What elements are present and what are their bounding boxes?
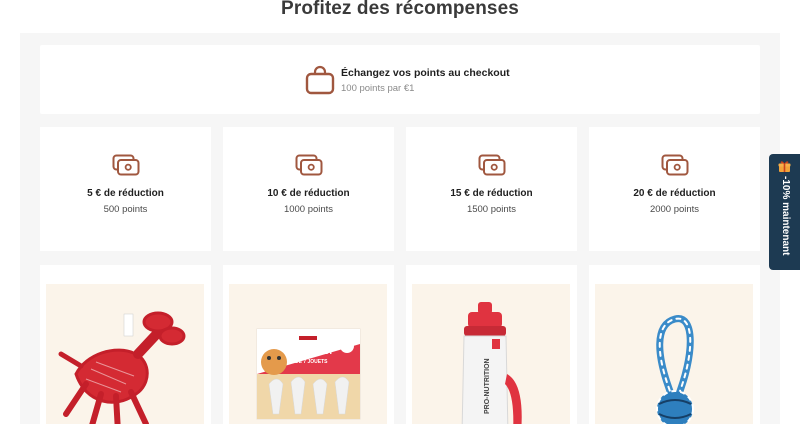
gift-icon	[778, 161, 791, 172]
reward-card-10[interactable]: 10 € de réduction 1000 points	[223, 127, 394, 251]
reward-points: 1000 points	[283, 204, 334, 215]
rope-ball-toy-image	[656, 315, 694, 424]
product-image[interactable]	[46, 284, 204, 424]
discount-tab-label: -10% maintenant	[780, 176, 791, 256]
reward-title: 10 € de réduction	[267, 188, 350, 199]
cat-toy-box-image: COFFRET DE 7 JOUETS	[256, 328, 361, 420]
product-card-water-bottle[interactable]: PRO-NUTRITION	[406, 265, 577, 424]
reward-title: 5 € de réduction	[87, 188, 164, 199]
lobster-rope-toy-image	[58, 311, 186, 424]
coupon-icon	[661, 154, 689, 176]
coupon-icon	[112, 154, 140, 176]
checkout-redeem-card: Échangez vos points au checkout 100 poin…	[40, 45, 760, 114]
reward-title: 20 € de réduction	[633, 188, 716, 199]
coupon-icon	[478, 154, 506, 176]
reward-card-20[interactable]: 20 € de réduction 2000 points	[589, 127, 760, 251]
reward-title: 15 € de réduction	[450, 188, 533, 199]
product-image[interactable]: PRO-NUTRITION	[412, 284, 570, 424]
coupon-icon	[295, 154, 323, 176]
reward-card-15[interactable]: 15 € de réduction 1500 points	[406, 127, 577, 251]
product-card-cat-toy-set[interactable]: COFFRET DE 7 JOUETS	[223, 265, 394, 424]
discount-side-tab[interactable]: -10% maintenant	[769, 154, 800, 270]
product-card-lobster-toy[interactable]	[40, 265, 211, 424]
product-card-rope-ball[interactable]	[589, 265, 760, 424]
box-subtitle: DE 7 JOUETS	[295, 359, 328, 365]
product-image[interactable]: COFFRET DE 7 JOUETS	[229, 284, 387, 424]
reward-points: 2000 points	[649, 204, 700, 215]
shopping-bag-icon	[305, 65, 335, 95]
checkout-rate: 100 points par €1	[341, 83, 415, 94]
reward-points: 500 points	[103, 204, 148, 215]
water-bottle-image: PRO-NUTRITION	[461, 302, 522, 424]
reward-card-5[interactable]: 5 € de réduction 500 points	[40, 127, 211, 251]
box-title: COFFRET	[291, 346, 334, 356]
bottle-brand: PRO-NUTRITION	[484, 358, 491, 414]
section-title: Profitez des récompenses	[281, 0, 519, 19]
product-image[interactable]	[595, 284, 753, 424]
checkout-title: Échangez vos points au checkout	[341, 67, 510, 79]
reward-points: 1500 points	[466, 204, 517, 215]
